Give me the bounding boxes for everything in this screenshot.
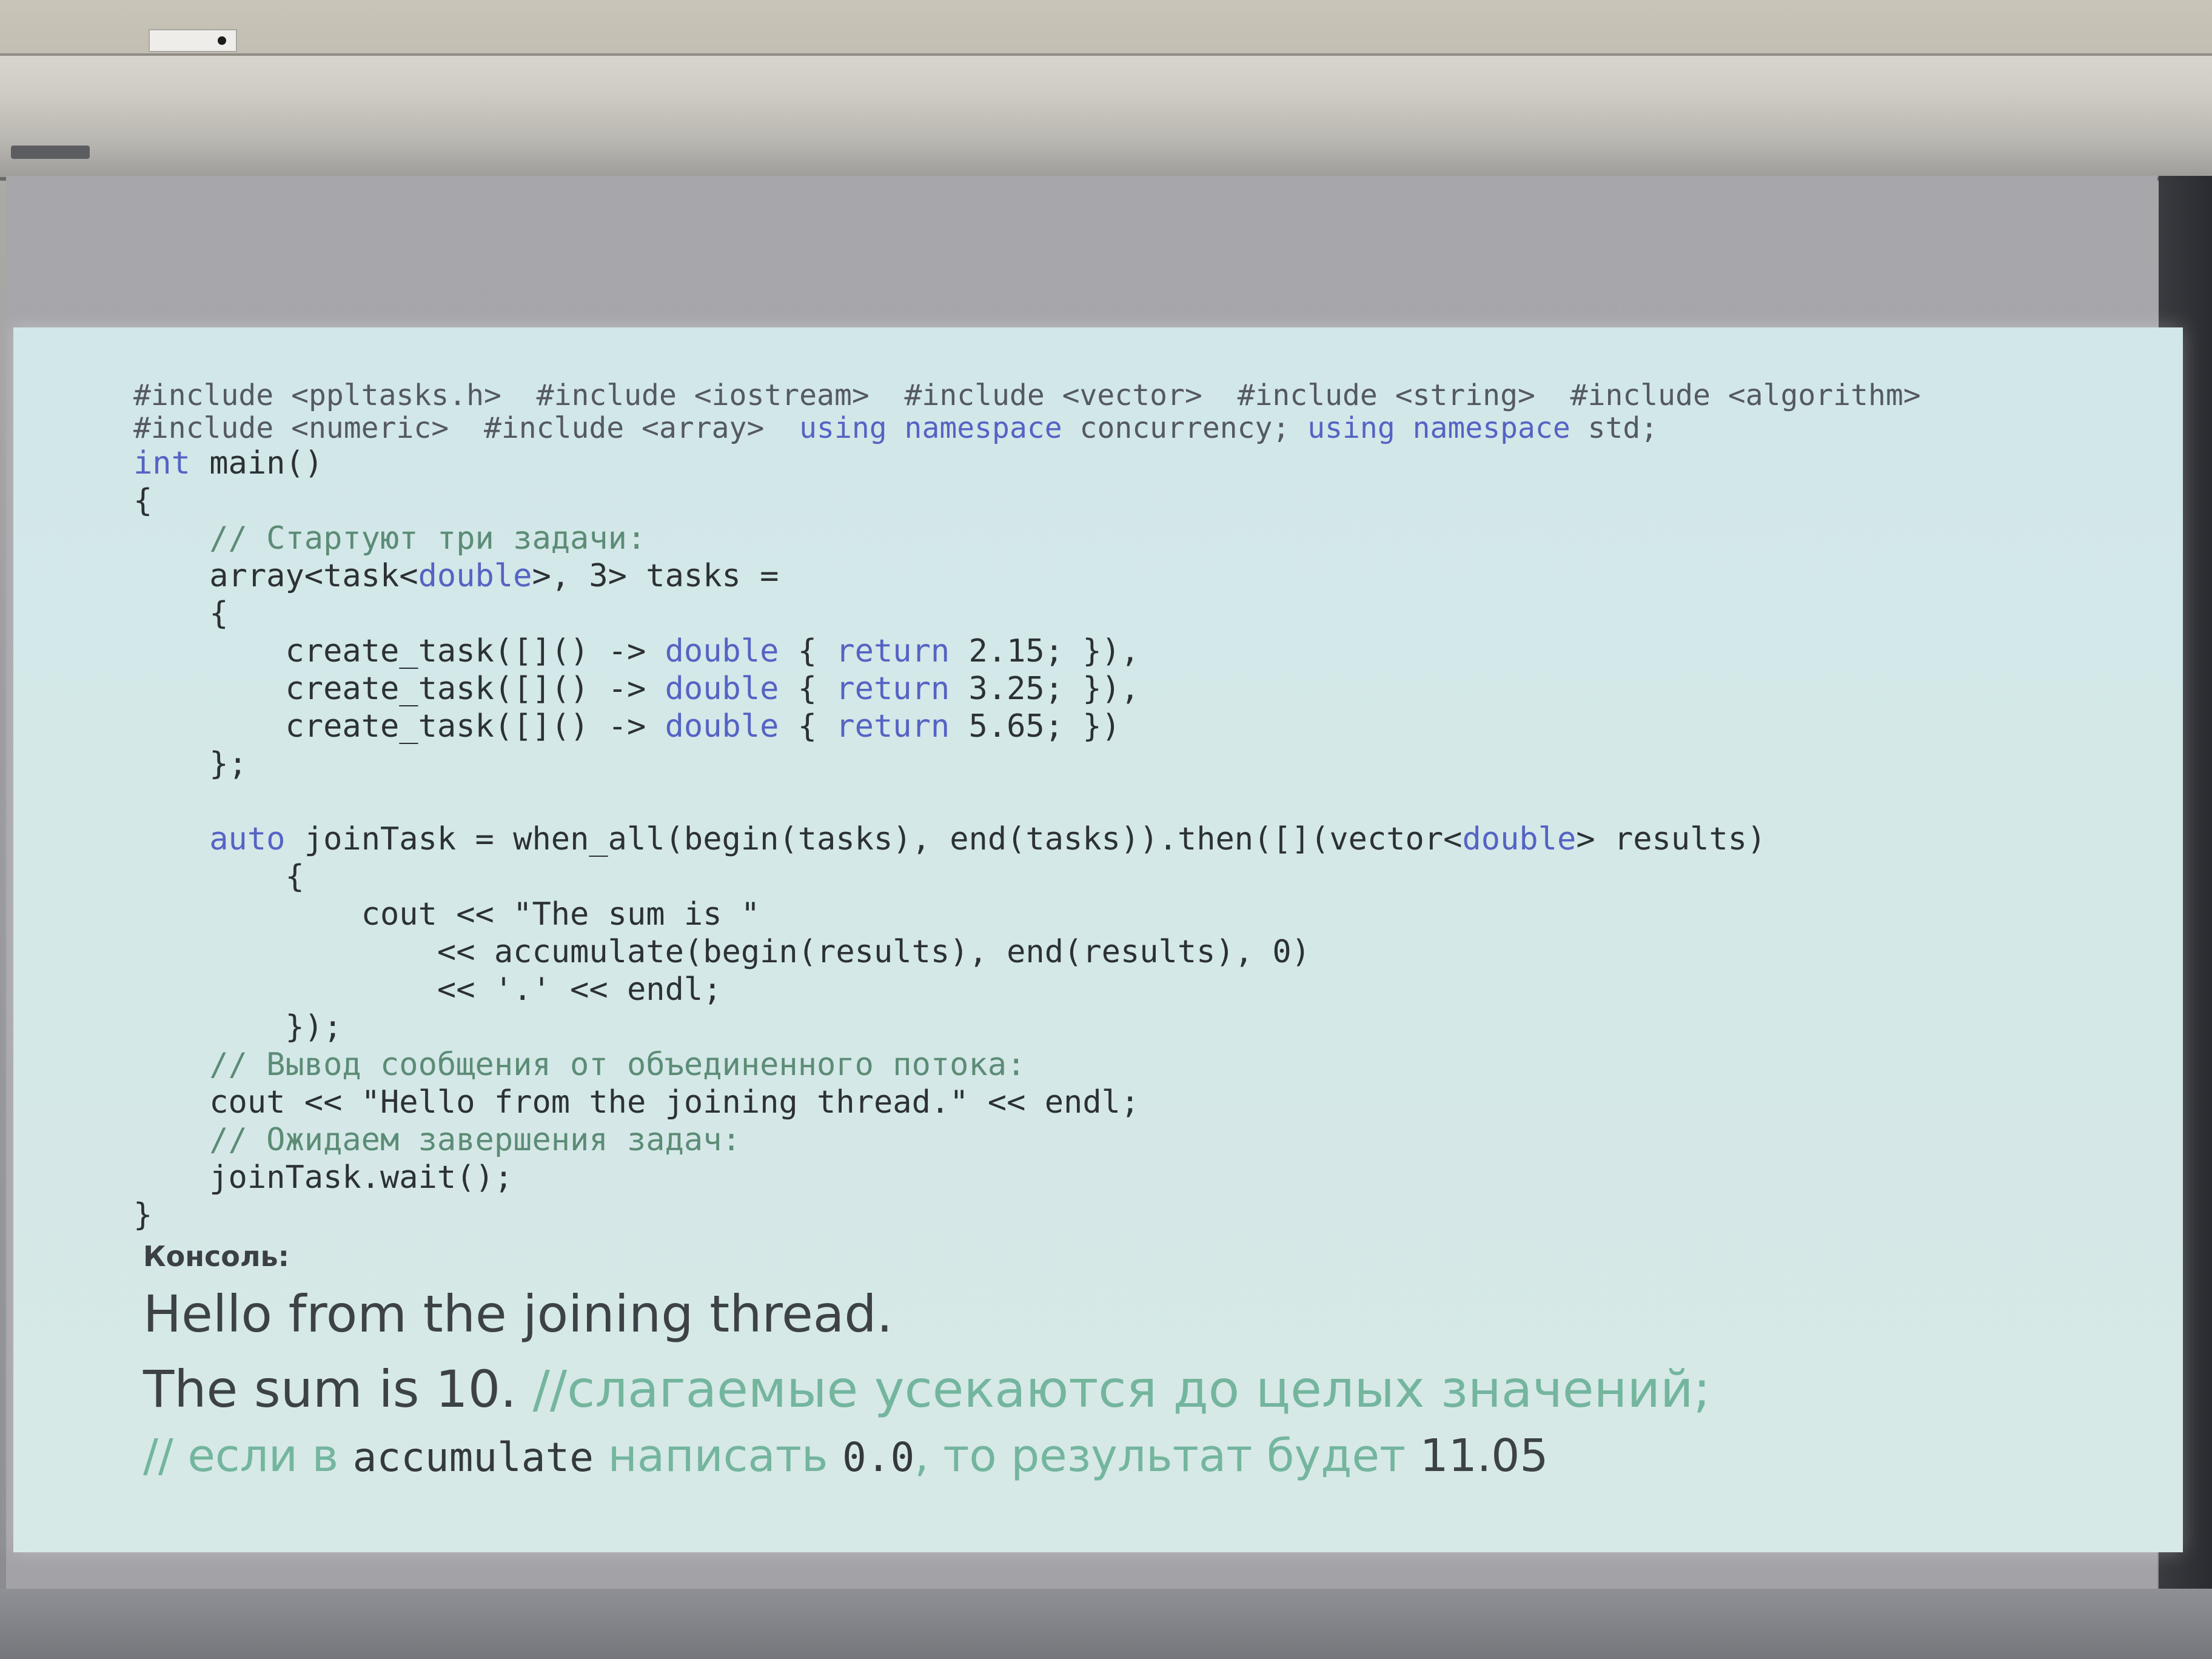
code-line: array<task<double>, 3> tasks = xyxy=(133,558,779,594)
projection-photo: #include <ppltasks.h> #include <iostream… xyxy=(0,0,2212,1659)
note-part-1: // если в xyxy=(143,1430,339,1482)
code-line: cout << "Hello from the joining thread."… xyxy=(133,1084,1140,1121)
code-line: { xyxy=(133,483,153,519)
code-line: create_task([]() -> double { return 3.25… xyxy=(133,671,1140,707)
mount-bracket-left xyxy=(149,29,237,52)
console-output-comment: //слагаемые усекаются до целых значений; xyxy=(532,1359,1711,1419)
code-line: // Вывод сообщения от объединенного пото… xyxy=(133,1047,1026,1083)
code-line: create_task([]() -> double { return 5.65… xyxy=(133,708,1121,745)
projector-screen-housing xyxy=(0,53,2212,181)
housing-slot xyxy=(11,146,90,159)
console-output-line-3: // если в accumulate написать 0.0, то ре… xyxy=(143,1430,1548,1482)
code-line: << accumulate(begin(results), end(result… xyxy=(133,934,1311,970)
note-part-2: написать xyxy=(608,1430,828,1482)
code-line: // Стартуют три задачи: xyxy=(133,520,646,557)
code-line: { xyxy=(133,859,304,895)
console-output-line-1: Hello from the joining thread. xyxy=(143,1284,893,1344)
code-listing: #include <ppltasks.h> #include <iostream… xyxy=(133,379,2147,1234)
note-code-accumulate: accumulate xyxy=(352,1434,594,1481)
code-line: joinTask.wait(); xyxy=(133,1159,514,1196)
code-line: // Ожидаем завершения задач: xyxy=(133,1122,741,1158)
code-line: }); xyxy=(133,1009,343,1045)
code-line: << '.' << endl; xyxy=(133,971,722,1008)
console-label: Консоль: xyxy=(143,1240,290,1273)
code-line: }; xyxy=(133,746,247,782)
console-output-sum: The sum is 10. xyxy=(143,1359,517,1419)
note-code-zero: 0.0 xyxy=(842,1434,915,1481)
code-line: #include <ppltasks.h> #include <iostream… xyxy=(133,378,1921,412)
code-line: cout << "The sum is " xyxy=(133,896,760,933)
console-output-hello: Hello from the joining thread. xyxy=(143,1284,893,1344)
console-output-line-2: The sum is 10. //слагаемые усекаются до … xyxy=(143,1359,1711,1419)
lower-wall xyxy=(0,1589,2212,1659)
code-line: #include <numeric> #include <array> usin… xyxy=(133,411,1658,445)
code-line: } xyxy=(133,1197,153,1233)
note-part-3: , то результат будет xyxy=(914,1430,1406,1482)
code-line: int main() xyxy=(133,445,324,481)
code-line: { xyxy=(133,595,229,632)
code-line: auto joinTask = when_all(begin(tasks), e… xyxy=(209,821,1766,857)
note-value: 11.05 xyxy=(1419,1430,1549,1482)
code-line: create_task([]() -> double { return 2.15… xyxy=(133,633,1140,669)
